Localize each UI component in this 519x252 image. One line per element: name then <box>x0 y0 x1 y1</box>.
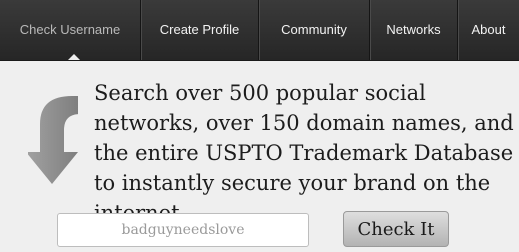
nav-community[interactable]: Community <box>259 0 369 60</box>
check-it-button[interactable]: Check It <box>343 211 449 247</box>
nav-check-username[interactable]: Check Username <box>0 0 140 60</box>
top-navigation: Check Username Create Profile Community … <box>0 0 519 61</box>
hero-description: Search over 500 popular social networks,… <box>94 81 514 225</box>
active-tab-indicator <box>68 54 80 60</box>
nav-about[interactable]: About <box>458 0 519 60</box>
curved-down-arrow-icon <box>28 96 78 184</box>
nav-create-profile[interactable]: Create Profile <box>141 0 258 60</box>
username-search-input[interactable] <box>57 213 309 247</box>
nav-networks[interactable]: Networks <box>370 0 457 60</box>
